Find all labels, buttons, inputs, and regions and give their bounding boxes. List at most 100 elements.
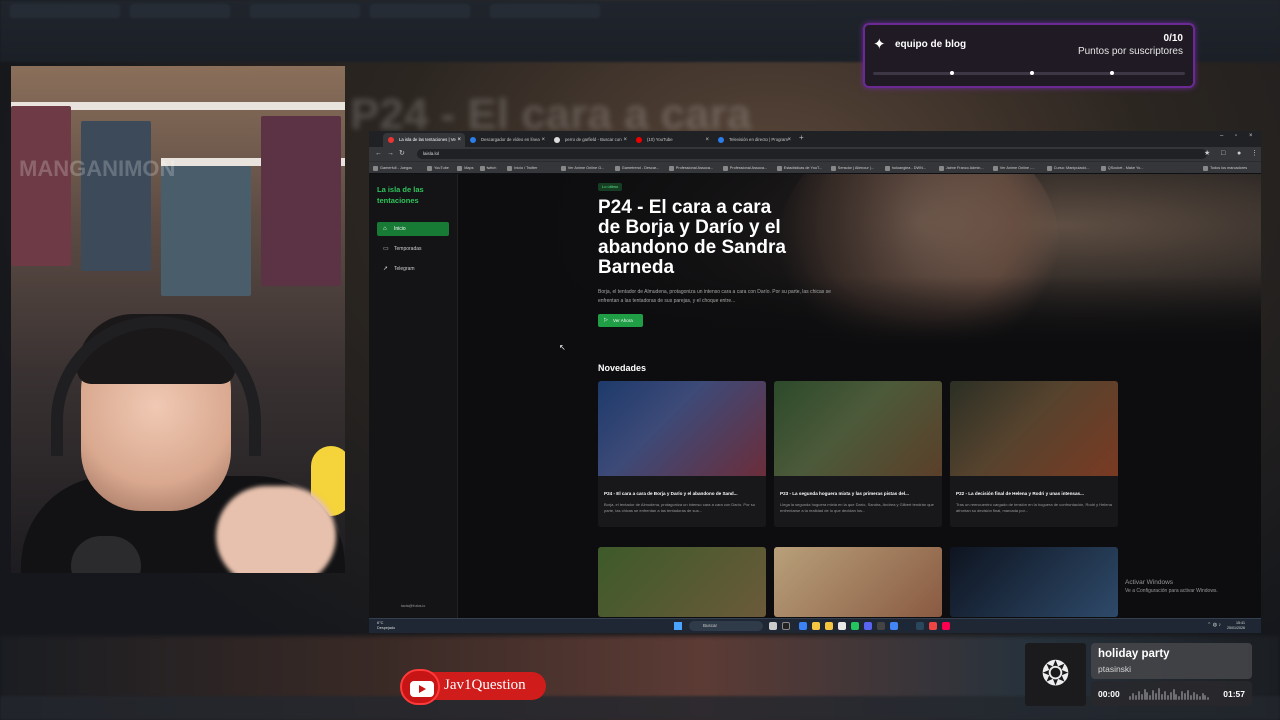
tv-icon: ▭ [383,246,389,252]
bookmark-favicon [560,166,566,171]
windows-start-icon[interactable] [674,622,682,630]
waveform [1129,687,1210,700]
bookmark-label: twitch [486,166,497,170]
steam-icon[interactable] [903,622,911,630]
episode-description: Tras un reencuentro cargado de tensión e… [956,502,1112,513]
browser-tab[interactable]: Descargador de vídeo en línea × [465,133,549,147]
extensions-icon[interactable]: □ [1221,149,1225,159]
menu-icon[interactable]: ⋮ [1251,149,1258,159]
bookmark-item[interactable]: Curso: Manipulació... [1046,162,1089,174]
bookmark-item[interactable]: Inicio / Twitter [507,162,537,174]
close-icon[interactable]: × [623,133,627,147]
sidebar-item-telegram[interactable]: ➚ Telegram [377,262,449,276]
site-brand[interactable]: La isla de las tentaciones [377,184,447,206]
waveform-bar [1163,691,1166,700]
obs-icon[interactable] [877,622,885,630]
site-sidebar: La isla de las tentaciones ⌂ Inicio ▭ Te… [369,174,458,618]
bookmark-item[interactable]: twitch [479,162,497,174]
waveform-bar [1146,692,1149,700]
widgets-icon[interactable] [782,622,790,630]
bookmark-item[interactable]: Gamerfull - Juegos [373,162,412,174]
new-tab-icon[interactable]: + [799,133,804,142]
bookmark-item[interactable]: Maps [457,162,473,174]
episode-card[interactable] [774,547,942,617]
system-tray-icons[interactable]: ⌃ ◍ ♪ [1207,622,1221,628]
bookmark-item[interactable]: Sensdor | Alienour |... [830,162,874,174]
goal-milestone-dot [1030,71,1034,75]
waveform-bar [1198,696,1201,700]
episode-card[interactable]: P24 - El cara a cara de Borja y Darío y … [598,381,766,527]
episode-card[interactable]: P22 - La decisión final de Helena y Rodr… [950,381,1118,527]
tiktok-icon[interactable] [942,622,950,630]
youtube-badge [400,669,440,705]
spotify-icon[interactable] [851,622,859,630]
url-input[interactable]: laisla.lol [417,149,1207,159]
sidebar-item-temporadas[interactable]: ▭ Temporadas [377,242,449,256]
episode-thumbnail [950,381,1118,476]
bookmark-item[interactable]: Gametrend - Descar... [614,162,659,174]
edge-icon[interactable] [799,622,807,630]
waveform-bar [1160,694,1163,700]
bookmark-favicon [1100,166,1106,171]
bookmark-item[interactable]: Jaime Franco Admin... [938,162,984,174]
tab-label: La isla de las tentaciones | Ve [399,137,456,142]
waveform-bar [1201,693,1204,700]
chrome-icon[interactable] [890,622,898,630]
background-tab [250,4,360,18]
all-bookmarks-label: Todos los marcadores [1210,166,1248,170]
youtube-icon [410,681,434,697]
discord-icon[interactable] [864,622,872,630]
hero-description: Borja, el tentador de Almudena, protagon… [598,289,831,304]
watch-now-button[interactable]: ▷ Ver Ahora [598,314,643,327]
task-view-icon[interactable] [769,622,777,630]
taskbar-search[interactable]: Buscar [689,621,763,631]
elapsed-time: 00:00 [1098,689,1120,699]
bookmark-item[interactable]: holoanglea - DWN... [884,162,926,174]
activate-windows-watermark: Activar Windows Ve a Configuración para … [1125,578,1218,596]
sidebar-item-label: Telegram [394,266,415,272]
app-icon[interactable] [929,622,937,630]
app-icon[interactable] [838,622,846,630]
bookmark-item[interactable]: QSocket - Make Yo... [1100,162,1143,174]
steam-icon[interactable] [916,622,924,630]
close-icon[interactable]: × [705,133,709,147]
taskbar-clock[interactable]: 15:41 25/01/2026 [1227,621,1245,631]
waveform-bar [1134,695,1137,700]
sidebar-item-inicio[interactable]: ⌂ Inicio [377,222,449,236]
bookmark-item[interactable]: Estadísticas de YouT... [776,162,822,174]
weather-widget[interactable]: 6°C Despejado [377,621,395,631]
episode-card[interactable]: P23 - La segunda hoguera mixta y las pri… [774,381,942,527]
profile-avatar-icon[interactable]: ● [1237,149,1241,159]
maximize-icon[interactable]: ▫ [1235,133,1237,139]
waveform-bar [1137,691,1140,700]
sidebar-footer[interactable]: tacta@frutos.io [401,604,425,608]
browser-tab[interactable]: perro de garfield - Buscar con × [549,133,631,147]
tab-label: perro de garfield - Buscar con [565,137,622,142]
bookmark-item[interactable]: Ver Anime Online -... [992,162,1035,174]
bookmark-item[interactable]: Professional Assoca... [668,162,713,174]
bookmark-star-icon[interactable]: ★ [1204,149,1210,159]
forward-icon[interactable]: → [387,149,394,159]
close-icon[interactable]: × [457,133,461,147]
all-bookmarks[interactable]: Todos los marcadores [1203,162,1247,174]
back-icon[interactable]: ← [375,149,382,159]
explorer-icon[interactable] [812,622,820,630]
browser-tab[interactable]: (10) YouTube × [631,133,713,147]
folder-icon[interactable] [825,622,833,630]
browser-tab[interactable]: Televisión en directo | Program × [713,133,795,147]
bookmark-item[interactable]: YouTube [427,162,449,174]
bookmark-item[interactable]: Professional Assoca... [722,162,767,174]
waveform-bar [1169,692,1172,700]
episode-card[interactable] [950,547,1118,617]
browser-tab[interactable]: La isla de las tentaciones | Ve × [383,133,465,147]
close-icon[interactable]: × [787,133,791,147]
minimize-icon[interactable]: – [1220,133,1223,139]
bookmark-item[interactable]: Ver Anime Online G... [560,162,604,174]
reload-icon[interactable]: ↻ [399,149,405,159]
webcam-watermark: MANGANIMON [19,156,176,181]
close-icon[interactable]: × [541,133,545,147]
episode-card[interactable] [598,547,766,617]
webcam-feed: MANGANIMON [11,66,345,573]
bookmark-favicon [457,166,463,171]
close-window-icon[interactable]: × [1249,133,1253,139]
